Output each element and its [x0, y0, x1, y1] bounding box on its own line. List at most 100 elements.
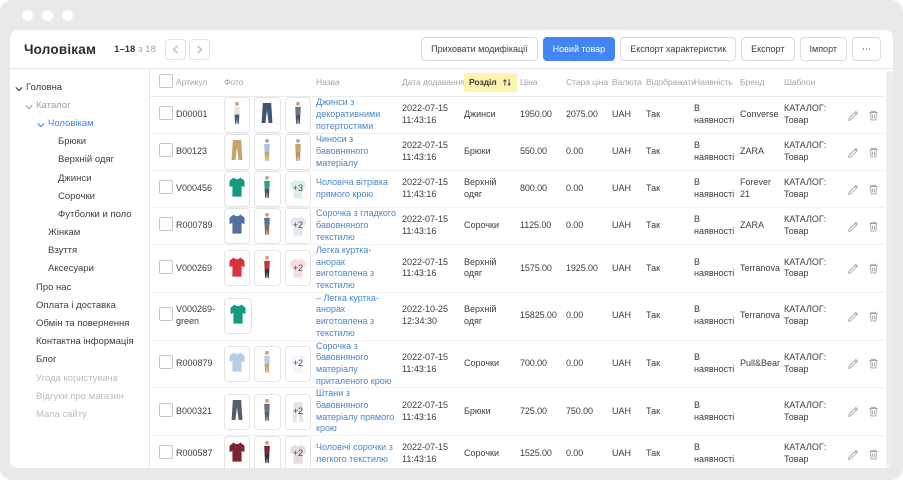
- select-all-checkbox[interactable]: [159, 74, 173, 88]
- row-checkbox[interactable]: [159, 143, 173, 157]
- window-dot-2[interactable]: [42, 10, 53, 21]
- row-checkbox[interactable]: [159, 307, 173, 321]
- row-checkbox[interactable]: [159, 217, 173, 231]
- sidebar-item-exchange-return[interactable]: Обмін та повернення: [10, 314, 149, 332]
- row-checkbox[interactable]: [159, 260, 173, 274]
- hide-modifications-button[interactable]: Приховати модифікації: [421, 37, 538, 61]
- product-photo[interactable]: [224, 171, 250, 207]
- product-name-link[interactable]: Сорочка з гладкого бавовняного текстилю: [316, 208, 396, 241]
- export-button[interactable]: Експорт: [741, 37, 794, 61]
- column-header-display[interactable]: Відображати: [646, 77, 694, 88]
- product-photo[interactable]: [254, 250, 280, 286]
- table-scrollbar[interactable]: [886, 71, 893, 466]
- column-header-sku[interactable]: Артикул: [176, 77, 224, 88]
- product-photo[interactable]: [224, 346, 250, 382]
- edit-icon[interactable]: [847, 262, 860, 275]
- more-photos-badge[interactable]: +2: [285, 250, 311, 286]
- product-name-link[interactable]: Сорочка з бавовняного матеріалу притален…: [316, 341, 391, 386]
- more-photos-badge[interactable]: +2: [285, 436, 311, 468]
- row-checkbox[interactable]: [159, 355, 173, 369]
- column-header-date-added[interactable]: Дата додавання: [402, 77, 464, 88]
- edit-icon[interactable]: [847, 357, 860, 370]
- product-photo[interactable]: [254, 394, 280, 430]
- new-product-button[interactable]: Новий товар: [543, 37, 616, 61]
- sidebar-item-catalog[interactable]: Каталог: [10, 96, 149, 114]
- sidebar-item-shoes[interactable]: Взуття: [10, 242, 149, 260]
- delete-icon[interactable]: [867, 220, 880, 233]
- product-photo[interactable]: [224, 208, 250, 244]
- product-photo[interactable]: [224, 436, 250, 468]
- column-header-brand[interactable]: Бренд: [740, 77, 784, 88]
- sort-arrows-icon[interactable]: [502, 78, 512, 87]
- pagination-prev-button[interactable]: [165, 39, 186, 60]
- more-photos-badge[interactable]: +2: [285, 394, 311, 430]
- sidebar-item-jeans[interactable]: Джинси: [10, 169, 149, 187]
- product-photo[interactable]: [285, 134, 311, 170]
- more-photos-badge[interactable]: +3: [285, 171, 311, 207]
- product-photo[interactable]: [254, 171, 280, 207]
- sidebar-item-accessories[interactable]: Аксесуари: [10, 260, 149, 278]
- product-photo[interactable]: [254, 134, 280, 170]
- edit-icon[interactable]: [847, 146, 860, 159]
- row-checkbox[interactable]: [159, 445, 173, 459]
- column-header-name[interactable]: Назва: [316, 77, 402, 88]
- export-characteristics-button[interactable]: Експорт характеристик: [620, 37, 736, 61]
- product-photo[interactable]: [224, 298, 252, 334]
- product-name-link[interactable]: Чоловічі сорочки з легкого текстилю: [316, 442, 393, 464]
- product-name-link[interactable]: Чиноси з бавовняного матеріалу: [316, 134, 368, 167]
- product-photo[interactable]: [224, 97, 250, 133]
- delete-icon[interactable]: [867, 183, 880, 196]
- more-photos-badge[interactable]: +2: [285, 208, 311, 244]
- delete-icon[interactable]: [867, 310, 880, 323]
- sidebar-item-men[interactable]: Чоловікам: [10, 114, 149, 132]
- product-photo[interactable]: [285, 97, 311, 133]
- product-photo[interactable]: [224, 394, 250, 430]
- product-photo[interactable]: [254, 208, 280, 244]
- more-photos-badge[interactable]: +2: [285, 346, 311, 382]
- sidebar-item-store-reviews[interactable]: Відгуки про магазин: [10, 387, 149, 405]
- delete-icon[interactable]: [867, 405, 880, 418]
- sidebar-item-trousers[interactable]: Брюки: [10, 133, 149, 151]
- sidebar-item-contact-info[interactable]: Контактна інформація: [10, 333, 149, 351]
- column-header-availability[interactable]: Наявність: [694, 77, 740, 88]
- column-header-old-price[interactable]: Стара ціна: [566, 77, 612, 88]
- product-photo[interactable]: [224, 250, 250, 286]
- column-header-section[interactable]: Розділ: [464, 73, 520, 92]
- row-checkbox[interactable]: [159, 180, 173, 194]
- delete-icon[interactable]: [867, 109, 880, 122]
- product-name-link[interactable]: Штани з бавовняного матеріалу прямого кр…: [316, 388, 394, 433]
- row-checkbox[interactable]: [159, 106, 173, 120]
- product-photo[interactable]: [254, 97, 280, 133]
- column-header-photo[interactable]: Фото: [224, 77, 316, 88]
- delete-icon[interactable]: [867, 262, 880, 275]
- delete-icon[interactable]: [867, 357, 880, 370]
- pagination-next-button[interactable]: [189, 39, 210, 60]
- product-photo[interactable]: [254, 436, 280, 468]
- sidebar-item-outerwear[interactable]: Верхній одяг: [10, 151, 149, 169]
- product-photo[interactable]: [224, 134, 250, 170]
- row-checkbox[interactable]: [159, 403, 173, 417]
- import-button[interactable]: Імпорт: [800, 37, 848, 61]
- column-header-currency[interactable]: Валюта: [612, 77, 646, 88]
- sidebar-item-payment-delivery[interactable]: Оплата і доставка: [10, 296, 149, 314]
- sidebar-item-about-us[interactable]: Про нас: [10, 278, 149, 296]
- product-name-link[interactable]: Джинси з декоративними потертостями: [316, 97, 380, 130]
- edit-icon[interactable]: [847, 220, 860, 233]
- column-header-price[interactable]: Ціна: [520, 77, 566, 88]
- column-header-template[interactable]: Шаблон: [784, 77, 846, 88]
- sidebar-item-sitemap[interactable]: Мапа сайту: [10, 405, 149, 423]
- window-dot-3[interactable]: [62, 10, 73, 21]
- sidebar-item-home[interactable]: Головна: [10, 78, 149, 96]
- more-actions-button[interactable]: ⋯: [852, 37, 881, 61]
- edit-icon[interactable]: [847, 310, 860, 323]
- product-photo[interactable]: [254, 346, 280, 382]
- window-dot-1[interactable]: [22, 10, 33, 21]
- sidebar-item-blog[interactable]: Блог: [10, 351, 149, 369]
- sidebar-item-shirts[interactable]: Сорочки: [10, 187, 149, 205]
- delete-icon[interactable]: [867, 448, 880, 461]
- sidebar-item-women[interactable]: Жінкам: [10, 224, 149, 242]
- delete-icon[interactable]: [867, 146, 880, 159]
- product-name-link[interactable]: – Легка куртка-анорак виготовлена з текс…: [316, 293, 379, 338]
- product-name-link[interactable]: Чоловіча вітрівка прямого крою: [316, 177, 388, 199]
- edit-icon[interactable]: [847, 109, 860, 122]
